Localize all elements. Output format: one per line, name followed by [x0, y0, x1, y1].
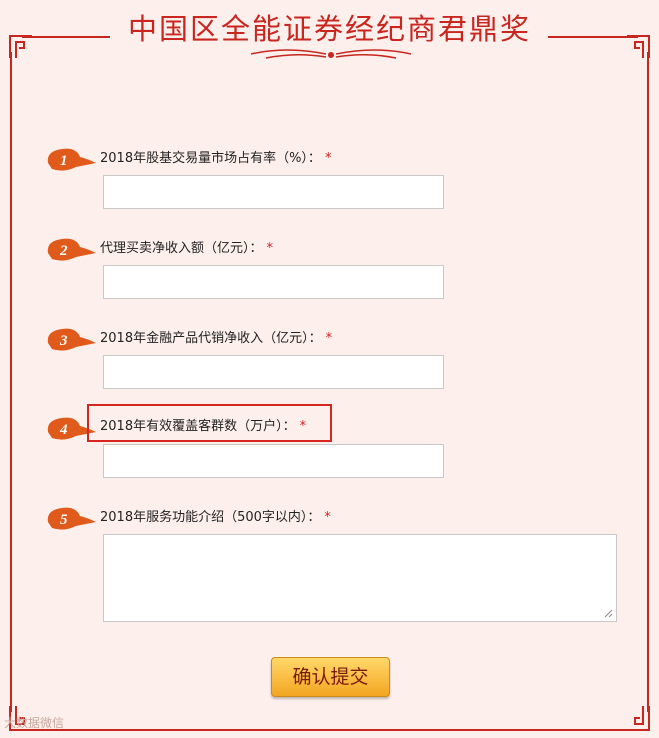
page-title: 中国区全能证券经纪商君鼎奖	[0, 6, 659, 48]
brokerage-income-input[interactable]	[103, 265, 444, 299]
question-label: 2018年金融产品代销净收入（亿元）： *	[100, 331, 333, 346]
number-badge-icon: 5	[47, 507, 96, 530]
question-label: 2018年有效覆盖客群数（万户）： *	[100, 419, 307, 434]
customer-coverage-input[interactable]	[103, 444, 444, 478]
badge-number: 4	[59, 422, 68, 438]
page-title-text: 中国区全能证券经纪商君鼎奖	[117, 12, 541, 46]
corner-ornament-bottom-right	[627, 706, 650, 731]
watermark-text: 大数据微信	[4, 716, 65, 730]
number-badge-icon: 2	[47, 238, 96, 261]
badge-number: 3	[59, 333, 68, 349]
badge-number: 2	[59, 243, 68, 259]
resize-handle-icon[interactable]	[604, 609, 613, 618]
service-intro-textarea[interactable]	[103, 534, 617, 622]
question-label: 代理买卖净收入额（亿元）： *	[100, 241, 274, 256]
question-label: 2018年股基交易量市场占有率（%）： *	[100, 151, 332, 166]
product-sales-income-input[interactable]	[103, 355, 444, 389]
number-badge-icon: 1	[47, 148, 96, 171]
question-label: 2018年服务功能介绍（500字以内）： *	[100, 510, 331, 525]
badge-number: 1	[60, 153, 68, 169]
number-badge-icon: 3	[47, 328, 96, 351]
badge-number: 5	[60, 512, 68, 528]
title-flourish	[250, 49, 412, 59]
submit-button[interactable]: 确认提交	[271, 657, 390, 697]
market-share-input[interactable]	[103, 175, 444, 209]
form-page: 中国区全能证券经纪商君鼎奖 1 2018年股基交易量市场占有率（%）： * 2 代…	[0, 0, 659, 738]
